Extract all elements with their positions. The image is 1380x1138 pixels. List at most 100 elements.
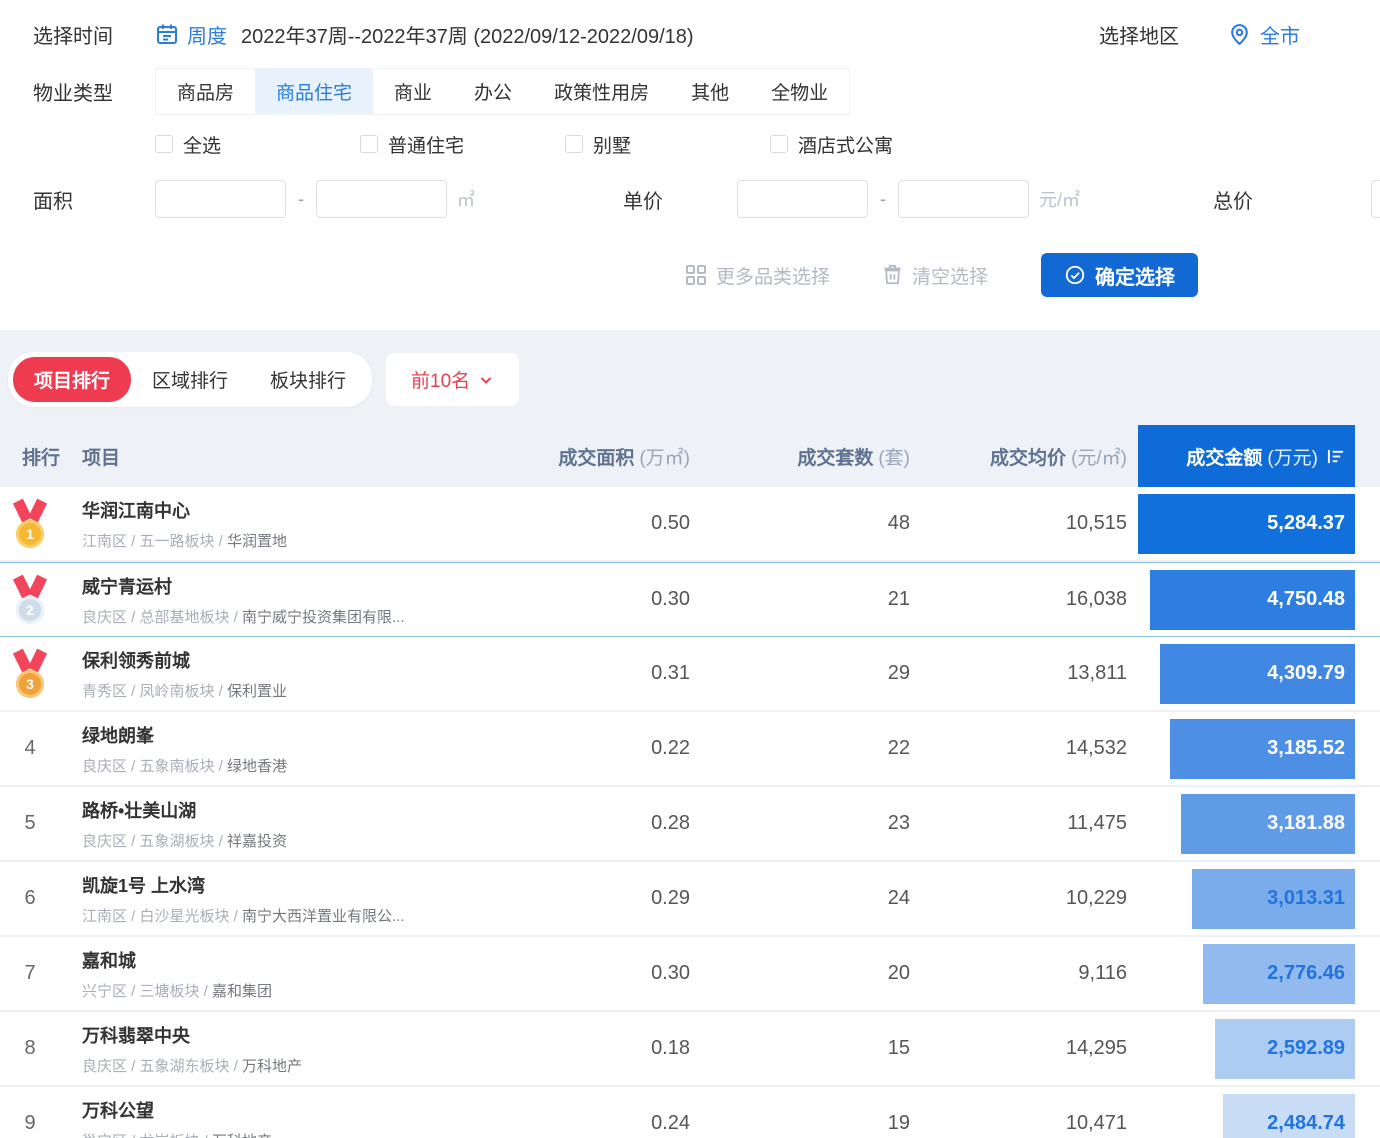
- project-name: 威宁青运村: [82, 573, 530, 599]
- rank-cell: 1: [0, 500, 60, 548]
- checkbox[interactable]: [360, 135, 378, 153]
- more-categories-label: 更多品类选择: [716, 262, 830, 289]
- developer-name: 祥嘉投资: [227, 833, 287, 850]
- rank-cell: 9: [0, 1112, 60, 1135]
- project-cell: 路桥•壮美山湖良庆区 / 五象湖板块 / 祥嘉投资: [60, 797, 530, 851]
- checkbox-label: 酒店式公寓: [798, 131, 893, 158]
- developer-name: 嘉和集团: [212, 983, 272, 1000]
- checkbox[interactable]: [770, 135, 788, 153]
- project-cell: 万科翡翠中央良庆区 / 五象湖东板块 / 万科地产: [60, 1022, 530, 1076]
- subtype-checkbox-item[interactable]: 酒店式公寓: [770, 131, 975, 158]
- table-row[interactable]: 2威宁青运村良庆区 / 总部基地板块 / 南宁威宁投资集团有限...0.3021…: [0, 562, 1380, 637]
- unit-price-max-input[interactable]: [898, 180, 1029, 218]
- rank-number: 7: [24, 962, 35, 985]
- property-type-tabs: 商品房商品住宅商业办公政策性用房其他全物业: [155, 68, 850, 115]
- ranking-tab-group: 项目排行区域排行板块排行: [8, 352, 372, 407]
- area-unit: ㎡: [457, 186, 475, 212]
- avg-price-value: 11,475: [910, 812, 1127, 835]
- checkbox-label: 全选: [183, 131, 221, 158]
- top-n-label: 前10名: [411, 366, 470, 393]
- property-tab[interactable]: 政策性用房: [533, 69, 670, 114]
- time-mode-link[interactable]: 周度: [187, 20, 227, 49]
- property-tab[interactable]: 全物业: [750, 69, 849, 114]
- amount-bar-cell: 2,776.46: [1138, 944, 1355, 1004]
- subtype-checkbox-item[interactable]: 普通住宅: [360, 131, 565, 158]
- district-and-block: 兴宁区 / 三塘板块 /: [82, 983, 212, 1000]
- amount-bar: 5,284.37: [1138, 494, 1355, 554]
- district-and-block: 青秀区 / 凤岭南板块 /: [82, 683, 227, 700]
- property-tab[interactable]: 其他: [670, 69, 750, 114]
- region-value-link[interactable]: 全市: [1260, 20, 1300, 49]
- ranking-tab[interactable]: 项目排行: [13, 357, 131, 402]
- deal-units-value: 48: [690, 512, 910, 535]
- property-tab[interactable]: 商业: [373, 69, 453, 114]
- total-price-label: 总价: [1213, 185, 1253, 214]
- table-row[interactable]: 9万科公望邕宁区 / 龙岗板块 / 万科地产0.241910,4712,484.…: [0, 1087, 1380, 1138]
- trash-icon: [882, 264, 903, 286]
- district-and-block: 良庆区 / 五象湖东板块 /: [82, 1058, 242, 1075]
- area-min-input[interactable]: [155, 180, 286, 218]
- property-tab[interactable]: 商品住宅: [255, 69, 373, 114]
- deal-area-value: 0.30: [530, 962, 690, 985]
- developer-name: 绿地香港: [227, 758, 287, 775]
- subtype-checkbox-item[interactable]: 全选: [155, 131, 360, 158]
- avg-price-value: 9,116: [910, 962, 1127, 985]
- avg-price-value: 10,229: [910, 887, 1127, 910]
- project-cell: 绿地朗峯良庆区 / 五象南板块 / 绿地香港: [60, 722, 530, 776]
- table-row[interactable]: 5路桥•壮美山湖良庆区 / 五象湖板块 / 祥嘉投资0.282311,4753,…: [0, 787, 1380, 862]
- more-categories-button[interactable]: 更多品类选择: [685, 262, 830, 289]
- district-and-block: 良庆区 / 总部基地板块 /: [82, 609, 242, 626]
- table-row[interactable]: 7嘉和城兴宁区 / 三塘板块 / 嘉和集团0.30209,1162,776.46: [0, 937, 1380, 1012]
- rank-cell: 3: [0, 650, 60, 698]
- checkbox[interactable]: [155, 135, 173, 153]
- project-location: 良庆区 / 五象南板块 / 绿地香港: [82, 755, 530, 776]
- checkbox[interactable]: [565, 135, 583, 153]
- confirm-selection-label: 确定选择: [1095, 261, 1175, 290]
- property-type-row: 物业类型 商品房商品住宅商业办公政策性用房其他全物业: [0, 68, 1380, 115]
- location-pin-icon: [1227, 22, 1252, 47]
- subtype-checkbox-item[interactable]: 别墅: [565, 131, 770, 158]
- unit-price-label: 单价: [623, 185, 663, 214]
- deal-units-value: 23: [690, 812, 910, 835]
- header-project: 项目: [60, 443, 530, 470]
- clear-selection-label: 清空选择: [912, 262, 988, 289]
- time-range-value[interactable]: 2022年37周--2022年37周 (2022/09/12-2022/09/1…: [241, 20, 694, 49]
- avg-price-value: 14,295: [910, 1037, 1127, 1060]
- property-tab[interactable]: 商品房: [156, 69, 255, 114]
- project-name: 保利领秀前城: [82, 647, 530, 673]
- deal-area-value: 0.31: [530, 662, 690, 685]
- table-row[interactable]: 3保利领秀前城青秀区 / 凤岭南板块 / 保利置业0.312913,8114,3…: [0, 637, 1380, 712]
- developer-name: 万科地产: [212, 1133, 272, 1138]
- table-row[interactable]: 4绿地朗峯良庆区 / 五象南板块 / 绿地香港0.222214,5323,185…: [0, 712, 1380, 787]
- ranking-tab[interactable]: 区域排行: [131, 357, 249, 402]
- project-location: 江南区 / 五一路板块 / 华润置地: [82, 530, 530, 551]
- area-max-input[interactable]: [316, 180, 447, 218]
- total-price-min-input-clipped[interactable]: [1371, 180, 1380, 218]
- filter-panel: 选择时间 周度 2022年37周--2022年37周 (2022/09/12-2…: [0, 0, 1380, 297]
- project-location: 邕宁区 / 龙岗板块 / 万科地产: [82, 1130, 530, 1138]
- amount-bar-cell: 3,181.88: [1138, 794, 1355, 854]
- district-and-block: 江南区 / 五一路板块 /: [82, 533, 227, 550]
- table-row[interactable]: 1华润江南中心江南区 / 五一路板块 / 华润置地0.504810,5155,2…: [0, 487, 1380, 562]
- amount-bar-cell: 3,013.31: [1138, 869, 1355, 929]
- table-row[interactable]: 6凯旋1号 上水湾江南区 / 白沙星光板块 / 南宁大西洋置业有限公...0.2…: [0, 862, 1380, 937]
- developer-name: 南宁大西洋置业有限公...: [242, 908, 405, 925]
- ranking-tab[interactable]: 板块排行: [249, 357, 367, 402]
- deal-area-value: 0.29: [530, 887, 690, 910]
- property-tab[interactable]: 办公: [453, 69, 533, 114]
- check-circle-icon: [1064, 264, 1086, 286]
- deal-units-value: 19: [690, 1112, 910, 1135]
- project-cell: 嘉和城兴宁区 / 三塘板块 / 嘉和集团: [60, 947, 530, 1001]
- table-body: 1华润江南中心江南区 / 五一路板块 / 华润置地0.504810,5155,2…: [0, 487, 1380, 1138]
- district-and-block: 邕宁区 / 龙岗板块 /: [82, 1133, 212, 1138]
- unit-price-min-input[interactable]: [737, 180, 868, 218]
- time-filter-label: 选择时间: [33, 20, 155, 49]
- confirm-selection-button[interactable]: 确定选择: [1041, 253, 1198, 297]
- clear-selection-button[interactable]: 清空选择: [882, 262, 988, 289]
- header-deal-area: 成交面积(万㎡): [530, 443, 690, 470]
- header-deal-amount-sort[interactable]: 成交金额(万元): [1138, 425, 1355, 487]
- top-n-dropdown[interactable]: 前10名: [386, 353, 519, 406]
- checkbox-label: 普通住宅: [388, 131, 464, 158]
- deal-units-value: 22: [690, 737, 910, 760]
- table-row[interactable]: 8万科翡翠中央良庆区 / 五象湖东板块 / 万科地产0.181514,2952,…: [0, 1012, 1380, 1087]
